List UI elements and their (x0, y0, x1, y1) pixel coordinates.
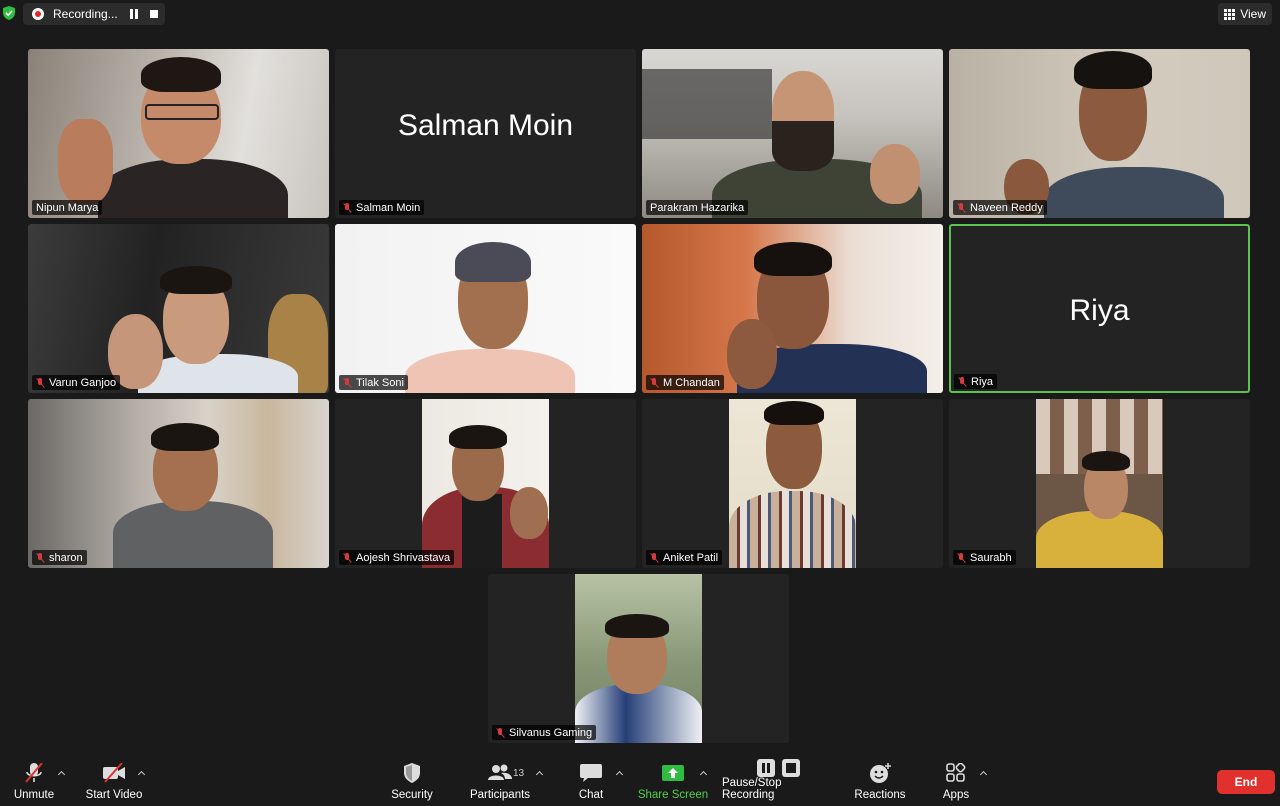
participant-tile[interactable]: Saurabh (949, 399, 1250, 568)
recording-indicator: Recording... (23, 3, 165, 25)
view-label: View (1240, 7, 1266, 21)
muted-mic-icon (650, 377, 658, 388)
chat-bubble-icon (580, 764, 602, 782)
participant-name-tag: Aniket Patil (646, 550, 723, 565)
reactions-label: Reactions (854, 789, 906, 801)
participant-video (28, 224, 329, 393)
participant-tile-active-speaker[interactable]: Riya Riya (949, 224, 1250, 393)
recording-controls-icon (756, 758, 802, 777)
recording-dot-icon (32, 8, 44, 20)
top-bar: Recording... View (0, 0, 1280, 28)
end-meeting-button[interactable]: End (1217, 770, 1275, 794)
participant-tile[interactable]: M Chandan (642, 224, 943, 393)
muted-mic-icon (957, 552, 965, 563)
unmute-button[interactable]: Unmute (8, 758, 60, 806)
muted-mic-icon (343, 377, 351, 388)
share-options-chevron-icon[interactable] (700, 770, 708, 778)
reactions-button[interactable]: Reactions (852, 758, 908, 806)
chat-options-chevron-icon[interactable] (616, 770, 624, 778)
smiley-reaction-icon (870, 763, 891, 783)
apps-label: Apps (942, 789, 970, 801)
participant-video (575, 574, 702, 743)
muted-mic-icon (343, 552, 351, 563)
stop-recording-icon[interactable] (150, 10, 158, 18)
participant-video (642, 224, 943, 393)
chat-button[interactable]: Chat (571, 758, 611, 806)
participant-name-tag: Varun Ganjoo (32, 375, 121, 390)
muted-mic-icon (496, 727, 504, 738)
pause-stop-recording-label: Pause/Stop Recording (722, 777, 782, 801)
participants-icon (488, 764, 512, 780)
participant-tile[interactable]: Tilak Soni (335, 224, 636, 393)
participant-video (28, 399, 329, 568)
participants-options-chevron-icon[interactable] (536, 770, 544, 778)
start-video-label: Start Video (85, 789, 143, 801)
security-label: Security (391, 789, 433, 801)
security-shield-icon (404, 763, 420, 783)
participant-tile[interactable]: Naveen Reddy (949, 49, 1250, 218)
participant-name-tag: sharon (32, 550, 87, 565)
share-screen-icon (662, 765, 684, 781)
video-options-chevron-icon[interactable] (138, 770, 146, 778)
participant-display-name: Riya (1069, 294, 1130, 327)
participant-display-name: Salman Moin (397, 109, 574, 142)
participant-name-tag: Parakram Hazarika (646, 200, 749, 215)
meeting-toolbar: Unmute Start Video Security Participants… (0, 758, 1280, 806)
participant-name-tag: Nipun Marya (32, 200, 103, 215)
security-button[interactable]: Security (386, 758, 438, 806)
participant-video (28, 49, 329, 218)
view-button[interactable]: View (1218, 3, 1272, 25)
participants-button[interactable]: Participants (466, 758, 534, 806)
participant-name-tag: Aojesh Shrivastava (339, 550, 455, 565)
start-video-button[interactable]: Start Video (82, 758, 146, 806)
participant-tile[interactable]: Aniket Patil (642, 399, 943, 568)
participant-tile[interactable]: Nipun Marya (28, 49, 329, 218)
muted-mic-icon (650, 552, 658, 563)
participants-label: Participants (469, 789, 531, 801)
share-screen-label: Share Screen (637, 789, 709, 801)
grid-view-icon (1224, 8, 1236, 20)
apps-icon (946, 763, 966, 782)
audio-options-chevron-icon[interactable] (58, 770, 66, 778)
participant-video (949, 49, 1250, 218)
participant-video (335, 224, 636, 393)
participant-name-tag: Silvanus Gaming (492, 725, 597, 740)
pause-recording-icon[interactable] (130, 9, 138, 19)
stop-icon (782, 759, 800, 777)
muted-mic-icon (36, 552, 44, 563)
participant-video (729, 399, 856, 568)
apps-button[interactable]: Apps (936, 758, 976, 806)
participants-count: 13 (513, 768, 525, 779)
participant-tile[interactable]: Parakram Hazarika (642, 49, 943, 218)
muted-mic-icon (958, 376, 966, 387)
participant-name-tag: Tilak Soni (339, 375, 408, 390)
muted-mic-icon (36, 377, 44, 388)
muted-mic-icon (343, 202, 351, 213)
participant-tile[interactable]: Varun Ganjoo (28, 224, 329, 393)
chat-label: Chat (578, 789, 604, 801)
participant-video (1036, 399, 1163, 568)
participant-video (642, 49, 943, 218)
pause-icon (757, 759, 775, 777)
video-off-icon (103, 763, 125, 783)
unmute-label: Unmute (13, 789, 55, 801)
participant-tile[interactable]: sharon (28, 399, 329, 568)
participant-name-tag: Saurabh (953, 550, 1016, 565)
participant-name-tag: Salman Moin (339, 200, 425, 215)
muted-microphone-icon (25, 763, 43, 783)
participant-name-tag: Riya (954, 374, 998, 389)
participant-video (422, 399, 549, 568)
muted-mic-icon (957, 202, 965, 213)
participant-name-tag: Naveen Reddy (953, 200, 1047, 215)
participant-tile[interactable]: Salman Moin Salman Moin (335, 49, 636, 218)
pause-stop-recording-button[interactable]: Pause/Stop Recording (722, 758, 836, 806)
participant-tile[interactable]: Aojesh Shrivastava (335, 399, 636, 568)
shield-icon[interactable] (3, 6, 15, 20)
participant-tile[interactable]: Silvanus Gaming (488, 574, 789, 743)
participant-name-tag: M Chandan (646, 375, 724, 390)
share-screen-button[interactable]: Share Screen (636, 758, 710, 806)
apps-options-chevron-icon[interactable] (980, 770, 988, 778)
recording-label: Recording... (53, 7, 118, 21)
